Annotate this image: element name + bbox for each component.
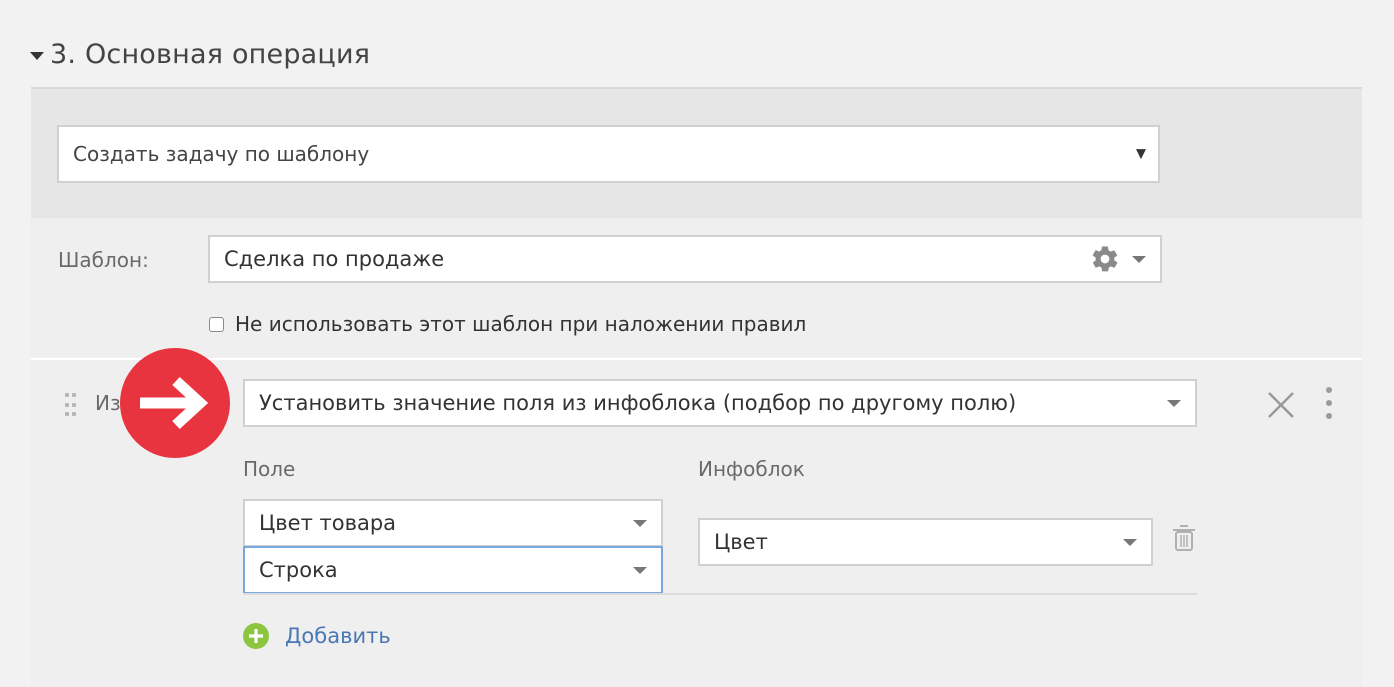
close-icon[interactable] <box>1266 390 1296 420</box>
field-select-value: Цвет товара <box>259 511 397 535</box>
chevron-down-icon <box>633 567 647 574</box>
drag-handle-icon[interactable] <box>65 393 79 419</box>
field-type-select-value: Строка <box>259 558 338 582</box>
template-label: Шаблон: <box>58 248 149 272</box>
action-select-value: Установить значение поля из инфоблока (п… <box>259 391 1017 415</box>
action-row-label: Из <box>95 391 121 415</box>
infoblock-column-header: Инфоблок <box>698 457 805 481</box>
operation-type-block: Создать задачу по шаблону ▼ <box>31 89 1362 218</box>
chevron-down-icon <box>633 520 647 527</box>
kebab-menu-icon[interactable] <box>1325 387 1333 419</box>
add-mapping-button[interactable]: Добавить <box>243 623 391 649</box>
arrow-right-icon <box>120 348 230 458</box>
chevron-down-icon <box>1123 539 1137 546</box>
chevron-down-icon <box>1167 400 1181 407</box>
section-toggle[interactable]: 3. Основная операция <box>30 36 370 72</box>
infoblock-select[interactable]: Цвет <box>698 518 1153 566</box>
field-column-header: Поле <box>243 457 296 481</box>
action-select[interactable]: Установить значение поля из инфоблока (п… <box>243 379 1197 427</box>
section-title: 3. Основная операция <box>50 38 371 70</box>
add-mapping-label: Добавить <box>285 624 391 648</box>
operation-type-value: Создать задачу по шаблону <box>73 142 370 166</box>
section-divider <box>31 358 1362 360</box>
template-value: Сделка по продаже <box>224 247 445 271</box>
ignore-template-label: Не использовать этот шаблон при наложени… <box>235 312 807 336</box>
operation-type-select[interactable]: Создать задачу по шаблону ▼ <box>57 125 1160 183</box>
plus-circle-icon <box>243 623 269 649</box>
field-type-select[interactable]: Строка <box>243 546 663 594</box>
row-divider <box>243 593 1197 595</box>
chevron-down-icon <box>1132 256 1146 263</box>
trash-icon[interactable] <box>1171 523 1197 553</box>
chevron-down-icon: ▼ <box>1136 146 1146 162</box>
ignore-template-checkbox[interactable] <box>209 317 224 332</box>
field-select[interactable]: Цвет товара <box>243 499 663 547</box>
operation-panel: Создать задачу по шаблону ▼ Шаблон: Сдел… <box>31 87 1362 687</box>
caret-down-icon <box>30 51 44 60</box>
infoblock-select-value: Цвет <box>714 530 768 554</box>
gear-icon[interactable] <box>1090 244 1120 274</box>
template-select[interactable]: Сделка по продаже <box>208 235 1162 283</box>
